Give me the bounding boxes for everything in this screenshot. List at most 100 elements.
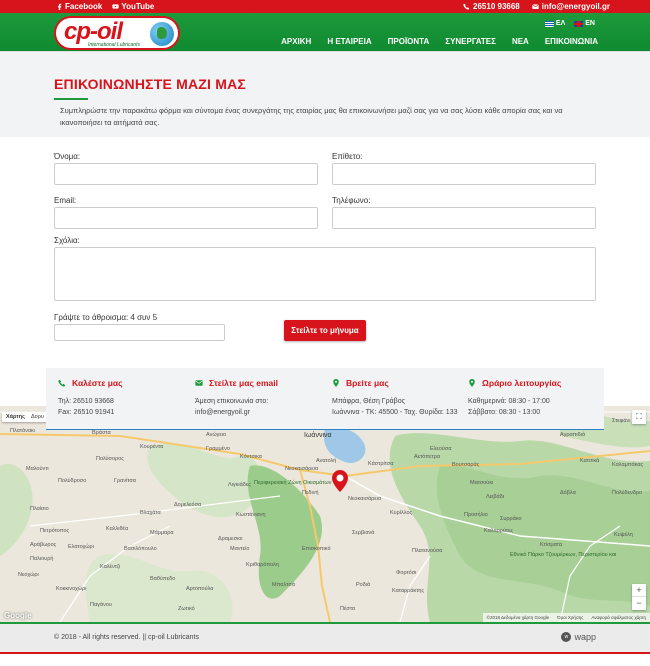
map-label-vrasta: Βράστα — [92, 430, 111, 436]
map-label-kostaniani: Κωστάνιανη — [236, 512, 266, 518]
map-label-polisoros: Πολύσορος — [96, 456, 124, 462]
logo[interactable]: cp-oil International Lubricants — [54, 16, 180, 50]
nav-products[interactable]: ΠΡΟΪΟΝΤΑ — [388, 37, 430, 46]
map-label-ellatochori: Ελατοχώρι — [68, 544, 94, 550]
map-label-kalarrytes: Καλαρρύτες — [484, 528, 514, 534]
info-mail-address[interactable]: info@energyoil.gr — [195, 407, 333, 418]
info-hours: Ωράριο λειτουργίας Καθημερινά: 08:30 - 1… — [468, 378, 606, 418]
facebook-link[interactable]: Facebook — [56, 2, 102, 11]
lang-english[interactable]: EN — [574, 20, 595, 27]
map-label-baltsa: Μπαλτσά — [272, 582, 295, 588]
zoom-in-button[interactable]: + — [632, 584, 646, 597]
language-switcher: ΕΛ EN — [544, 20, 595, 27]
topbar-email[interactable]: info@energyoil.gr — [531, 2, 610, 11]
map-label-kallithea: Καλλιθέα — [106, 526, 129, 532]
topbar-phone[interactable]: 26510 93668 — [463, 2, 520, 11]
map-type-satellite[interactable]: Δορυ — [31, 414, 44, 420]
youtube-icon — [112, 4, 119, 9]
info-find: Βρείτε μας Μπάφρα, Θέση Γράβος Ιωάννινα … — [332, 378, 470, 418]
map-label-kalarrytes2: Κριθαρόπολη — [246, 562, 279, 568]
map-label-vathypedo: Βαθύπεδο — [150, 576, 176, 582]
wapp-credit[interactable]: w wapp — [561, 632, 596, 642]
map-label-kalentzi: Καλέντζι — [100, 564, 121, 570]
topbar-contact: 26510 93668 info@energyoil.gr — [463, 2, 610, 11]
map-label-kataraktis: Καταρράκτης — [392, 588, 425, 594]
nav-contact[interactable]: ΕΠΙΚΟΙΝΩΝΙΑ — [545, 37, 598, 46]
greek-flag-icon — [544, 20, 554, 27]
top-bar: Facebook YouTube 26510 93668 info@energy… — [0, 0, 650, 13]
map-label-platanaki: Πλατάνακι — [10, 428, 35, 434]
envelope-icon — [531, 4, 539, 9]
surname-label: Επίθετο: — [332, 152, 363, 161]
map-type-map[interactable]: Χάρτης — [6, 414, 25, 420]
topbar-email-text: info@energyoil.gr — [541, 2, 610, 11]
map-label-kastritsa: Κάστρίτσα — [368, 461, 394, 467]
google-map[interactable]: Ιωάννινα Ανατολή Κάστρίτσα Νεοκαισάρεια … — [0, 406, 650, 622]
submit-button[interactable]: Στείλτε το μήνυμα — [284, 320, 366, 341]
info-hours-weekdays: Καθημερινά: 08:30 - 17:00 — [468, 398, 550, 405]
map-label-episkopiko: Επισκοπικό — [302, 546, 331, 552]
phone-input[interactable] — [332, 207, 596, 229]
map-label-petrotopos: Πετρότοπος — [40, 528, 70, 534]
map-label-anatoli: Ανατολή — [316, 458, 337, 464]
zoom-out-button[interactable]: − — [632, 597, 646, 610]
nav-partners[interactable]: ΣΥΝΕΡΓΑΤΕΣ — [445, 37, 496, 46]
info-mail: Στείλτε μας email Άμεση επικοινωνία στο:… — [195, 378, 333, 418]
surname-input[interactable] — [332, 163, 596, 185]
map-label-kyrillos: Κυρίλλος — [390, 510, 413, 516]
lang-greek[interactable]: ΕΛ — [544, 20, 565, 27]
facebook-icon — [58, 3, 62, 10]
map-label-fortosi: Φορτόσι — [396, 570, 417, 576]
google-logo: Google — [4, 611, 32, 620]
envelope-icon — [195, 380, 203, 386]
captcha-input[interactable] — [54, 324, 225, 341]
info-call: Καλέστε μας Τηλ: 26510 93668 Fax: 26510 … — [58, 378, 196, 418]
map-label-voutsaras: Βουτσαράς — [452, 462, 480, 468]
nav-news[interactable]: ΝΕΑ — [512, 37, 529, 46]
map-label-vlachata: Βλαχάτα — [140, 510, 161, 516]
map-label-domeleosa: Δομελεόσα — [174, 502, 202, 508]
intro-section: ΕΠΙΚΟΙΝΩΝΗΣΤΕ ΜΑΖΙ ΜΑΣ Συμπληρώστε την π… — [0, 51, 650, 137]
map-label-malounti: Μαλούντι — [26, 466, 49, 472]
phone-icon — [463, 3, 470, 10]
main-nav: ΑΡΧΙΚΗ Η ΕΤΑΙΡΕΙΑ ΠΡΟΪΟΝΤΑ ΣΥΝΕΡΓΑΤΕΣ ΝΕ… — [281, 37, 598, 46]
map-report-link[interactable]: Αναφορά σφάλματος χάρτη — [591, 615, 646, 620]
youtube-link[interactable]: YouTube — [112, 2, 154, 11]
email-label: Email: — [54, 196, 77, 205]
map-label-vasilopoulo: Βασιλόπουλο — [124, 546, 157, 552]
map-pin-icon — [333, 379, 339, 387]
map-marker-icon[interactable] — [332, 470, 348, 492]
map-label-prosilio: Προσήλιο — [464, 512, 488, 518]
phone-icon — [58, 379, 66, 387]
map-label-serviana: Σερβιανά — [352, 530, 375, 536]
nav-home[interactable]: ΑΡΧΙΚΗ — [281, 37, 311, 46]
bottom-border — [0, 652, 650, 666]
contact-info-strip: Καλέστε μας Τηλ: 26510 93668 Fax: 26510 … — [46, 368, 604, 430]
map-label-gramneno: Γραμμένο — [206, 446, 230, 452]
info-mail-line1: Άμεση επικοινωνία στο: — [195, 398, 269, 405]
email-input[interactable] — [54, 207, 318, 229]
map-label-plaisio: Πλαίσιο — [30, 506, 49, 512]
name-input[interactable] — [54, 163, 318, 185]
map-label-kalpaki: Καλαμπάκας — [612, 462, 644, 468]
map-label-aetopetra: Αετόπετρα — [414, 454, 441, 460]
info-find-line1: Μπάφρα, Θέση Γράβος — [332, 398, 405, 405]
map-terms-link[interactable]: Όροι Χρήσης — [557, 615, 583, 620]
copyright-text: © 2018 - All rights reserved. || cp-oil … — [54, 634, 199, 641]
youtube-label: YouTube — [121, 2, 155, 11]
comments-label: Σχόλια: — [54, 236, 80, 245]
map-label-pesta: Πέστα — [340, 606, 356, 612]
nav-company[interactable]: Η ΕΤΑΙΡΕΙΑ — [327, 37, 371, 46]
footer: © 2018 - All rights reserved. || cp-oil … — [0, 622, 650, 652]
map-label-neokaisareia-2: Νεοκαισάρεια — [348, 496, 382, 502]
info-call-fax: Fax: 26510 91941 — [58, 409, 115, 416]
fullscreen-icon: ⛶ — [636, 412, 642, 421]
info-hours-title: Ωράριο λειτουργίας — [482, 378, 562, 388]
map-label-dramesioi: Δραμεσιοι — [218, 536, 243, 542]
map-label-kypseli: Κυψέλη — [614, 532, 633, 538]
map-label-kontsika: Κόντσικα — [240, 454, 262, 460]
map-pin-icon — [469, 379, 475, 387]
comments-textarea[interactable] — [54, 247, 596, 301]
map-label-polydendro: Πολύδενδρο — [612, 490, 643, 496]
fullscreen-button[interactable]: ⛶ — [632, 410, 646, 424]
